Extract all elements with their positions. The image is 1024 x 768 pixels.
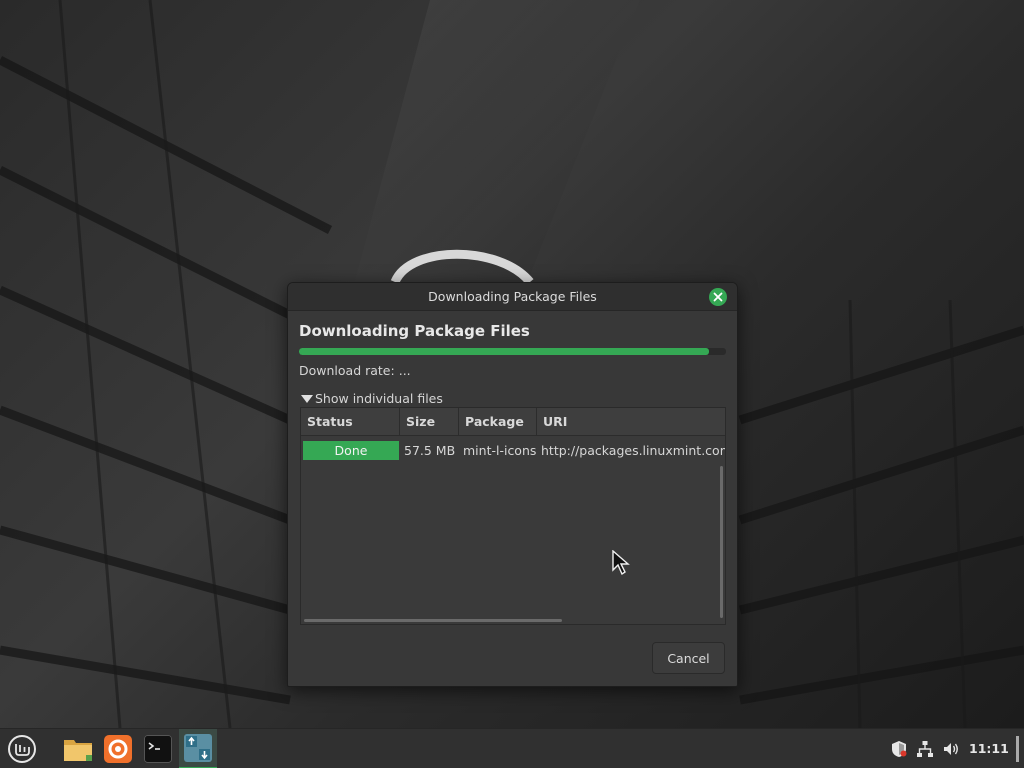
close-button[interactable] (709, 288, 727, 306)
download-rate-value: ... (398, 363, 411, 378)
tray-network[interactable] (915, 739, 935, 759)
table-header: Status Size Package URI (301, 408, 725, 436)
horizontal-scrollbar[interactable] (304, 619, 562, 622)
download-progress-bar (299, 348, 726, 355)
files-icon (64, 740, 92, 761)
update-manager-icon (184, 734, 212, 762)
triangle-down-icon (301, 394, 313, 403)
column-header-uri[interactable]: URI (537, 408, 725, 435)
uri-cell: http://packages.linuxmint.com (541, 442, 726, 458)
taskbar-firefox[interactable] (99, 729, 137, 768)
download-rate: Download rate:... (299, 363, 411, 378)
download-dialog: Downloading Package Files Downloading Pa… (287, 282, 738, 687)
table-row[interactable]: Done 57.5 MB mint-l-icons http://package… (301, 438, 725, 462)
shield-icon (892, 741, 907, 757)
show-files-expander[interactable]: Show individual files (301, 391, 443, 406)
menu-icon (8, 735, 36, 763)
volume-icon (944, 743, 958, 755)
expander-label: Show individual files (315, 391, 443, 406)
package-cell: mint-l-icons (463, 442, 537, 458)
taskbar-update-manager[interactable] (179, 729, 217, 768)
status-cell: Done (301, 440, 400, 460)
terminal-icon (144, 735, 172, 763)
menu-button[interactable] (2, 729, 42, 768)
taskbar-terminal[interactable] (139, 729, 177, 768)
files-table: Status Size Package URI Done 57.5 MB min… (300, 407, 726, 625)
cancel-button[interactable]: Cancel (652, 642, 725, 674)
progress-fill (299, 348, 709, 355)
size-cell: 57.5 MB (404, 442, 456, 458)
dialog-heading: Downloading Package Files (299, 322, 530, 340)
clock[interactable]: 11:11 (969, 741, 1009, 756)
column-header-size[interactable]: Size (400, 408, 459, 435)
window-title: Downloading Package Files (428, 289, 597, 304)
taskbar: 11:11 (0, 728, 1024, 768)
vertical-scrollbar[interactable] (720, 466, 723, 618)
close-icon (713, 292, 723, 302)
tray-shield[interactable] (889, 739, 909, 759)
column-header-package[interactable]: Package (459, 408, 537, 435)
column-header-status[interactable]: Status (301, 408, 400, 435)
tray-volume[interactable] (941, 739, 961, 759)
show-desktop-handle[interactable] (1016, 736, 1019, 762)
firefox-icon (104, 735, 132, 763)
dialog-titlebar[interactable]: Downloading Package Files (288, 283, 737, 311)
mouse-cursor-icon (612, 550, 630, 576)
download-rate-label: Download rate: (299, 363, 395, 378)
network-icon (917, 741, 933, 757)
taskbar-files[interactable] (58, 729, 98, 768)
status-badge: Done (303, 440, 399, 460)
